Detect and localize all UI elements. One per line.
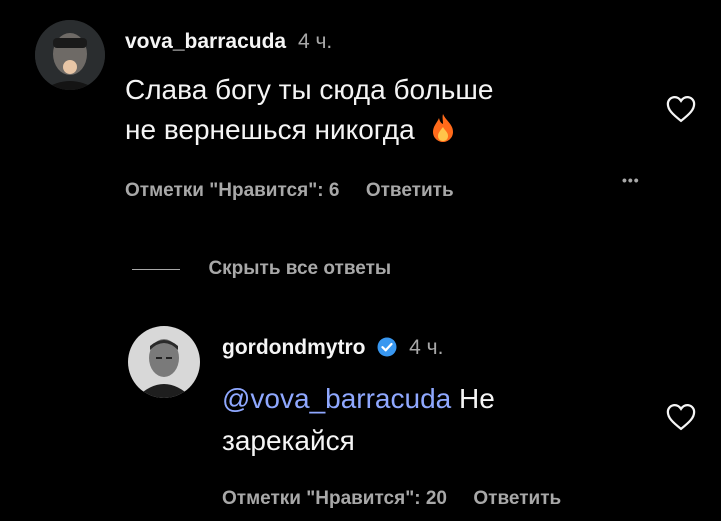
fire-emoji: [432, 113, 454, 143]
comment-actions: Отметки "Нравится": 6 Ответить: [125, 180, 454, 202]
comment-text-line: не вернешься никогда: [125, 110, 493, 150]
comment-item: vova_barracuda 4 ч. Слава богу ты сюда б…: [0, 0, 721, 240]
hide-replies-label[interactable]: Скрыть все ответы: [208, 258, 391, 279]
avatar[interactable]: [35, 20, 105, 90]
reply-text-line: зарекайся: [222, 425, 355, 456]
comment-text-line-2: не вернешься никогда: [125, 114, 415, 145]
reply-text-line: @vova_barracuda Не: [222, 378, 495, 420]
comment-text-line: Слава богу ты сюда больше: [125, 74, 494, 105]
reply-actions: Отметки "Нравится": 20 Ответить: [222, 488, 561, 510]
heart-icon[interactable]: [666, 95, 696, 128]
avatar[interactable]: [128, 326, 200, 398]
reply-username[interactable]: gordondmytro: [222, 336, 365, 359]
comment-username[interactable]: vova_barracuda: [125, 30, 286, 53]
divider-line: [132, 268, 180, 270]
reply-header: gordondmytro 4 ч.: [222, 336, 443, 360]
likes-count[interactable]: Отметки "Нравится": 20: [222, 488, 447, 509]
verified-badge-icon: [377, 337, 397, 357]
reply-text: @vova_barracuda Не зарекайся: [222, 378, 495, 462]
comment-time: 4 ч.: [297, 30, 333, 53]
more-icon[interactable]: •••: [622, 172, 640, 188]
mention-link[interactable]: @vova_barracuda: [222, 383, 451, 414]
comment-text: Слава богу ты сюда больше не вернешься н…: [125, 70, 493, 150]
heart-icon[interactable]: [666, 403, 696, 436]
reply-button[interactable]: Ответить: [473, 488, 561, 509]
reply-text-fragment: Не: [451, 383, 495, 414]
hide-replies-toggle[interactable]: Скрыть все ответы: [132, 258, 391, 280]
likes-count[interactable]: Отметки "Нравится": 6: [125, 180, 339, 201]
reply-button[interactable]: Ответить: [366, 180, 454, 201]
reply-item: gordondmytro 4 ч. @vova_barracuda Не зар…: [0, 300, 721, 521]
comment-header: vova_barracuda 4 ч.: [125, 30, 332, 54]
reply-time: 4 ч.: [409, 336, 444, 359]
